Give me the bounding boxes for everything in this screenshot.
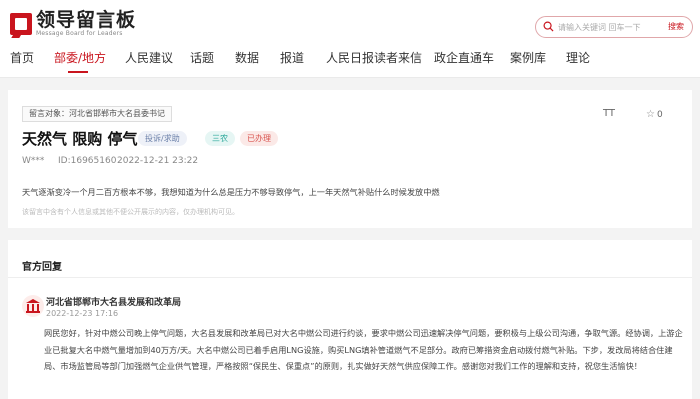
font-size-icon[interactable]: TT <box>603 108 615 119</box>
nav-item-topics[interactable]: 话题 <box>190 49 214 66</box>
message-id: ID:16965160 <box>58 156 117 166</box>
privacy-note: 该留言中含有个人信息或其他不便公开展示的内容，仅办理机构可见。 <box>22 208 239 216</box>
tag-category[interactable]: 投诉/求助 <box>138 131 187 146</box>
message-user: W*** <box>22 156 45 166</box>
search-input[interactable] <box>558 19 658 35</box>
nav-item-theory[interactable]: 理论 <box>566 49 590 66</box>
favorite-count: 0 <box>656 109 663 120</box>
reply-heading: 官方回复 <box>22 262 62 273</box>
message-target: 留言对象：河北省邯郸市大名县委书记 <box>22 106 172 122</box>
status-badge: 已办理 <box>240 131 278 146</box>
building-icon <box>22 295 44 317</box>
logo-subtitle: Message Board for Leaders <box>36 30 123 37</box>
message-card: 留言对象：河北省邯郸市大名县委书记 TT ☆ 0 天然气 限购 停气 投诉/求助… <box>8 90 692 228</box>
message-datetime: 2022-12-21 23:22 <box>117 156 199 166</box>
nav-item-suggestions[interactable]: 人民建议 <box>125 49 173 66</box>
nav-item-reports[interactable]: 报道 <box>280 49 304 66</box>
reply-org[interactable]: 河北省邯郸市大名县发展和改革局 <box>46 295 181 308</box>
official-reply-card: 官方回复 河北省邯郸市大名县发展和改革局 2022-12-23 17:16 网民… <box>8 240 692 399</box>
nav-item-reader-letters[interactable]: 人民日报读者来信 <box>326 49 422 66</box>
search-button[interactable]: 搜索 <box>668 21 684 32</box>
nav-item-enterprise[interactable]: 政企直通车 <box>434 49 494 66</box>
main-nav: 首页 部委/地方 人民建议 话题 数据 报道 人民日报读者来信 政企直通车 案例… <box>0 46 700 73</box>
logo-icon <box>10 13 32 38</box>
reply-text: 网民您好，针对中燃公司晚上停气问题，大名县发展和改革局已对大名中燃公司进行约谈，… <box>44 328 683 371</box>
star-icon: ☆ <box>646 109 655 120</box>
reply-datetime: 2022-12-23 17:16 <box>46 309 119 318</box>
reply-divider <box>8 277 692 278</box>
message-content: 天气逐渐变冷一个月二百方根本不够，我想知道为什么总是压力不够导致停气，上一年天然… <box>22 187 440 197</box>
site-header: 领导留言板 Message Board for Leaders 搜索 首页 部委… <box>0 0 700 78</box>
nav-item-ministries[interactable]: 部委/地方 <box>54 49 106 66</box>
site-logo[interactable]: 领导留言板 Message Board for Leaders <box>10 9 136 39</box>
nav-item-home[interactable]: 首页 <box>10 49 34 66</box>
nav-item-cases[interactable]: 案例库 <box>510 49 546 66</box>
header-divider <box>0 77 700 78</box>
logo-title: 领导留言板 <box>36 9 137 31</box>
search-icon <box>543 21 554 32</box>
favorite-button[interactable]: ☆ 0 <box>646 109 663 120</box>
search-box[interactable]: 搜索 <box>535 16 693 38</box>
nav-item-data[interactable]: 数据 <box>235 49 259 66</box>
nav-active-indicator <box>68 71 88 73</box>
tag-field[interactable]: 三农 <box>205 131 235 146</box>
message-title: 天然气 限购 停气 <box>22 130 138 148</box>
